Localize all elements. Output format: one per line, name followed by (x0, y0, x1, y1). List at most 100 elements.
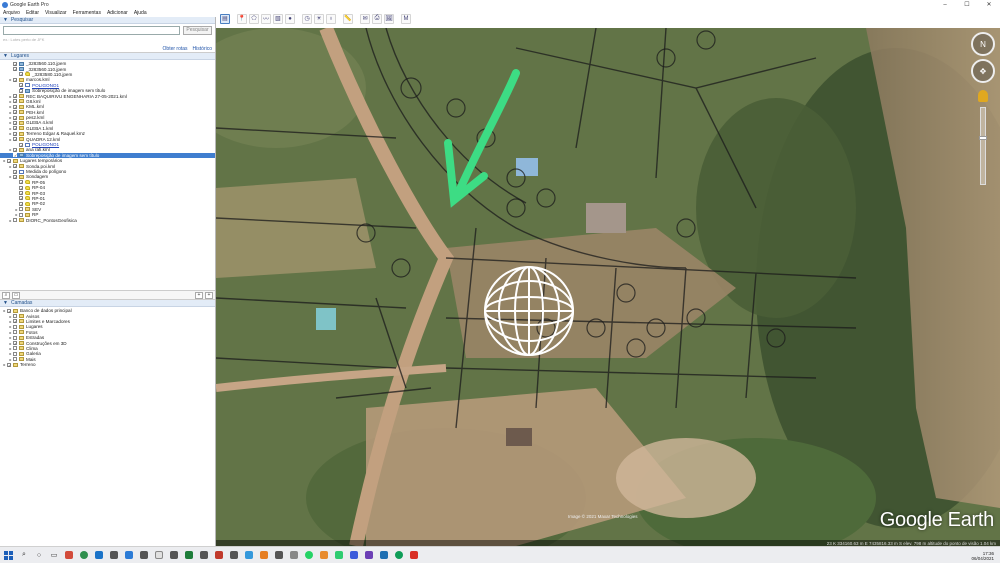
visibility-checkbox[interactable]: ✓ (19, 185, 23, 190)
visibility-checkbox[interactable]: ✓ (13, 67, 17, 72)
visibility-checkbox[interactable] (13, 218, 17, 223)
teams-icon[interactable] (365, 551, 373, 559)
menu-ajuda[interactable]: Ajuda (134, 10, 147, 16)
visibility-checkbox[interactable]: ✓ (13, 120, 17, 125)
visibility-checkbox[interactable]: ✓ (19, 191, 23, 196)
visibility-checkbox[interactable]: ✓ (7, 158, 11, 163)
visibility-checkbox[interactable]: ✓ (7, 362, 11, 367)
layers-view-icon[interactable]: ▭ (12, 291, 20, 299)
app-icon[interactable] (65, 551, 73, 559)
menu-editar[interactable]: Editar (26, 10, 39, 16)
whatsapp-icon[interactable] (305, 551, 313, 559)
app-icon[interactable] (95, 551, 103, 559)
visibility-checkbox[interactable]: ✓ (13, 164, 17, 169)
visibility-checkbox[interactable]: ✓ (13, 94, 17, 99)
search-icon[interactable]: ⌕ (2, 291, 10, 299)
visibility-checkbox[interactable]: ✓ (13, 77, 17, 82)
edge-icon[interactable] (395, 551, 403, 559)
save-image-icon[interactable]: 🖼 (384, 13, 394, 24)
maximize-icon[interactable]: ☐ (956, 0, 978, 9)
add-item-icon[interactable]: + (205, 291, 213, 299)
app-icon[interactable] (215, 551, 223, 559)
visibility-checkbox[interactable]: ✓ (13, 104, 17, 109)
menu-ferramentas[interactable]: Ferramentas (73, 10, 101, 16)
street-view-pegman-icon[interactable] (978, 90, 988, 102)
directions-link[interactable]: Obter rotas (163, 46, 188, 52)
visibility-checkbox[interactable] (13, 351, 17, 356)
close-icon[interactable]: ✕ (978, 0, 1000, 9)
visibility-checkbox[interactable]: ✓ (13, 174, 17, 179)
cortana-icon[interactable]: ○ (35, 552, 43, 559)
planet-icon[interactable]: ♁ (326, 13, 336, 24)
places-tree[interactable]: ✓ _3283560.110.jpem ✓ _3283560.110.jpem ✓ _32… (0, 60, 215, 290)
app-icon[interactable] (170, 551, 178, 559)
windows-start-icon[interactable] (4, 550, 13, 560)
record-tour-icon[interactable]: ● (285, 13, 295, 24)
visibility-checkbox[interactable]: ✓ (19, 201, 23, 206)
app-icon[interactable] (155, 551, 163, 559)
menu-adicionar[interactable]: Adicionar (107, 10, 128, 16)
add-folder-icon[interactable]: + (195, 291, 203, 299)
zoom-slider[interactable] (979, 107, 987, 185)
pan-control-icon[interactable]: ✥ (971, 59, 995, 83)
visibility-checkbox[interactable]: ✓ (13, 115, 17, 120)
visibility-checkbox[interactable]: ✓ (13, 131, 17, 136)
google-earth-taskbar-icon[interactable] (320, 551, 328, 559)
app-icon[interactable] (275, 551, 283, 559)
app-icon[interactable] (125, 551, 133, 559)
app-icon[interactable] (245, 551, 253, 559)
app-icon[interactable] (200, 551, 208, 559)
visibility-checkbox[interactable]: ✓ (13, 153, 17, 158)
visibility-checkbox[interactable]: ✓ (13, 110, 17, 115)
app-icon[interactable] (380, 551, 388, 559)
email-icon[interactable]: ✉ (360, 13, 370, 24)
visibility-checkbox[interactable]: ✓ (13, 61, 17, 66)
compass-icon[interactable]: N (971, 32, 995, 56)
visibility-checkbox[interactable] (13, 314, 17, 319)
visibility-checkbox[interactable] (13, 330, 17, 335)
visibility-checkbox[interactable] (19, 212, 23, 217)
excel-icon[interactable] (185, 551, 193, 559)
add-placemark-icon[interactable]: 📍 (237, 13, 247, 24)
visibility-checkbox[interactable]: ✓ (13, 341, 17, 346)
image-overlay-icon[interactable]: ▧ (273, 13, 283, 24)
app-icon[interactable] (230, 551, 238, 559)
print-icon[interactable]: ⎙ (372, 13, 382, 24)
visibility-checkbox[interactable]: ✓ (19, 88, 23, 93)
visibility-checkbox[interactable]: ✓ (19, 142, 23, 147)
app-icon[interactable] (290, 551, 298, 559)
app-icon[interactable] (110, 551, 118, 559)
visibility-checkbox[interactable]: ✓ (19, 72, 23, 77)
visibility-checkbox[interactable]: ✓ (13, 147, 17, 152)
visibility-checkbox[interactable]: ✓ (19, 83, 23, 88)
visibility-checkbox[interactable] (19, 207, 23, 212)
add-path-icon[interactable]: 〰 (261, 13, 271, 24)
historical-imagery-icon[interactable]: ◷ (302, 13, 312, 24)
layers-panel-header[interactable]: ▼ Camadas (0, 300, 215, 307)
visibility-checkbox[interactable] (13, 346, 17, 351)
sidebar-toggle-icon[interactable]: ▤ (220, 13, 230, 24)
visibility-checkbox[interactable]: ✓ (13, 126, 17, 131)
zoom-slider-knob[interactable] (979, 136, 987, 140)
visibility-checkbox[interactable]: ✓ (13, 319, 17, 324)
app-icon[interactable] (335, 551, 343, 559)
chrome-icon[interactable] (80, 551, 88, 559)
visibility-checkbox[interactable] (13, 324, 17, 329)
history-link[interactable]: Histórico (193, 46, 212, 52)
search-button[interactable]: Pesquisar (183, 26, 212, 35)
visibility-checkbox[interactable]: ✓ (19, 196, 23, 201)
visibility-checkbox[interactable] (13, 357, 17, 362)
search-input[interactable] (3, 26, 180, 35)
visibility-checkbox[interactable] (13, 335, 17, 340)
layer-item[interactable]: ▸ ✓ Terreno (0, 362, 215, 367)
minimize-icon[interactable]: – (934, 0, 956, 9)
search-icon[interactable]: ⌕ (20, 551, 28, 559)
earth-view[interactable]: N ✥ Image © 2021 Maxar Technologies Goog… (216, 28, 1000, 546)
layers-tree[interactable]: ▸ ✓ Banco de dados principal ▸ Avisos ▸ ✓ Limit… (0, 307, 215, 368)
task-view-icon[interactable]: ▭ (50, 551, 58, 559)
google-maps-icon[interactable]: M (401, 13, 411, 24)
app-icon[interactable] (350, 551, 358, 559)
system-tray[interactable]: 17:36 06/04/2021 (971, 547, 994, 563)
menu-visualizar[interactable]: Visualizar (45, 10, 67, 16)
menu-arquivo[interactable]: Arquivo (3, 10, 20, 16)
